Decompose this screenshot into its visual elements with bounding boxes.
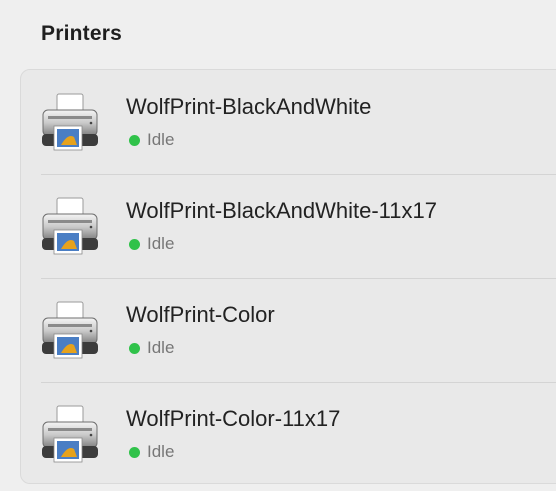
printer-icon [42, 93, 98, 151]
printer-status: Idle [129, 234, 174, 254]
status-label: Idle [147, 442, 175, 461]
status-dot-icon [129, 134, 140, 146]
printer-icon [42, 197, 98, 255]
printer-icon [42, 405, 98, 463]
printer-row[interactable]: WolfPrint-BlackAndWhite-11x17 Idle [21, 174, 556, 278]
printer-name: WolfPrint-Color [126, 302, 275, 327]
printer-row[interactable]: WolfPrint-BlackAndWhite Idle [21, 70, 556, 174]
status-label: Idle [147, 234, 175, 253]
printer-icon [42, 301, 98, 359]
printer-list: WolfPrint-BlackAndWhite Idle WolfPrint-B… [20, 69, 556, 484]
status-dot-icon [129, 238, 140, 250]
printer-row[interactable]: WolfPrint-Color Idle [21, 278, 556, 382]
printer-name: WolfPrint-Color-11x17 [126, 406, 341, 431]
printers-panel: Printers WolfPrint-BlackAndWhite Idle Wo… [0, 0, 556, 491]
section-title: Printers [41, 22, 122, 45]
printer-name: WolfPrint-BlackAndWhite-11x17 [126, 198, 437, 223]
status-label: Idle [147, 338, 175, 357]
status-dot-icon [129, 342, 140, 354]
printer-status: Idle [129, 442, 174, 462]
status-label: Idle [147, 130, 175, 149]
printer-status: Idle [129, 338, 174, 358]
printer-name: WolfPrint-BlackAndWhite [126, 94, 372, 119]
printer-status: Idle [129, 130, 174, 150]
status-dot-icon [129, 446, 140, 458]
printer-row[interactable]: WolfPrint-Color-11x17 Idle [21, 382, 556, 483]
